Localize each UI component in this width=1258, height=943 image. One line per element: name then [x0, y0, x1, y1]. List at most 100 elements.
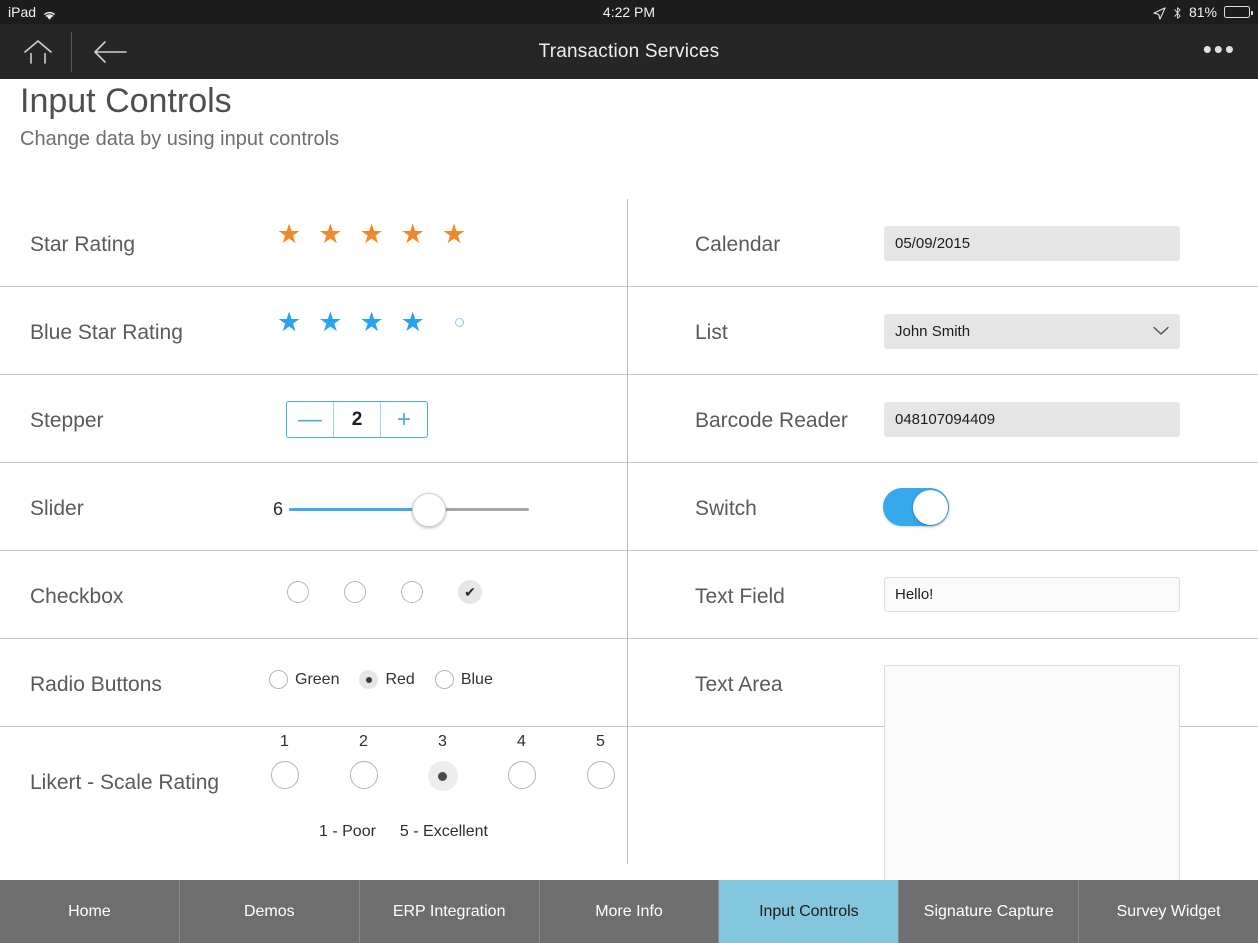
- slider-thumb[interactable]: [412, 492, 447, 527]
- checkbox-group[interactable]: ✔: [287, 580, 482, 604]
- switch-toggle[interactable]: [883, 488, 949, 526]
- page-title: Input Controls: [20, 82, 232, 120]
- stepper-value: 2: [334, 402, 381, 437]
- tab-input-controls[interactable]: Input Controls: [719, 880, 900, 943]
- slider-value-label: 6: [273, 499, 284, 519]
- likert-option-4[interactable]: 4: [482, 733, 561, 791]
- checkbox-label: Checkbox: [30, 585, 124, 608]
- bluetooth-icon: [1173, 6, 1182, 20]
- clock-label: 4:22 PM: [602, 4, 656, 20]
- page-subtitle: Change data by using input controls: [20, 128, 340, 150]
- row-stepper: Stepper — 2 + Barcode Reader 04810709440…: [0, 375, 1258, 463]
- star-filled-icon[interactable]: ★: [401, 309, 425, 336]
- likert-control[interactable]: 1 2 3 4 5 1 - Poor 5 - Excellent: [245, 733, 640, 841]
- star-filled-icon[interactable]: ★: [401, 221, 425, 248]
- likert-number-label: 3: [438, 733, 447, 750]
- likert-number-label: 5: [596, 733, 605, 750]
- tab-home[interactable]: Home: [0, 880, 180, 943]
- text-field[interactable]: Hello!: [884, 577, 1180, 612]
- switch-control[interactable]: [883, 488, 949, 526]
- tab-label: Survey Widget: [1116, 902, 1221, 920]
- likert-radio-icon[interactable]: [586, 761, 615, 789]
- likert-option-5[interactable]: 5: [561, 733, 640, 791]
- tab-label: Home: [68, 902, 111, 920]
- blue-star-rating-control[interactable]: ★ ★ ★ ★: [277, 309, 477, 336]
- slider-track[interactable]: [289, 492, 530, 527]
- checkbox-checked[interactable]: ✔: [458, 580, 482, 604]
- location-arrow-icon: [1153, 6, 1166, 20]
- status-right: 81%: [1153, 4, 1253, 20]
- stepper-increment-button[interactable]: +: [381, 402, 427, 437]
- likert-radio-icon[interactable]: [270, 761, 299, 789]
- list-label: List: [695, 321, 728, 344]
- row-radio-buttons: Radio Buttons Green Red Blue Text Area: [0, 639, 1258, 883]
- likert-option-1[interactable]: 1: [245, 733, 324, 791]
- app-screen: iPad 4:22 PM 81% Transaction Services ••…: [0, 0, 1258, 943]
- likert-radio-icon[interactable]: [427, 761, 458, 791]
- calendar-value[interactable]: 05/09/2015: [884, 226, 1180, 261]
- radio-option-green[interactable]: Green: [269, 670, 339, 689]
- slider-control[interactable]: 6: [273, 492, 530, 527]
- star-filled-icon[interactable]: ★: [277, 309, 301, 336]
- likert-option-3[interactable]: 3: [403, 733, 482, 791]
- star-filled-icon[interactable]: ★: [359, 309, 383, 336]
- radio-option-label: Green: [295, 670, 340, 688]
- star-filled-icon[interactable]: ★: [318, 309, 342, 336]
- calendar-field[interactable]: 05/09/2015: [884, 226, 1180, 261]
- checkbox-unchecked[interactable]: [287, 581, 309, 603]
- text-field-value[interactable]: Hello!: [884, 577, 1180, 612]
- radio-dot-icon[interactable]: [269, 670, 288, 689]
- checkbox-unchecked[interactable]: [401, 581, 423, 603]
- tab-survey-widget[interactable]: Survey Widget: [1079, 880, 1258, 943]
- star-filled-icon[interactable]: ★: [442, 221, 466, 248]
- likert-legend-high: 5 - Excellent: [399, 823, 488, 840]
- star-rating-label: Star Rating: [30, 233, 136, 256]
- star-filled-icon[interactable]: ★: [277, 221, 301, 248]
- controls-grid: Star Rating ★ ★ ★ ★ ★ Calendar 05/09/2015 Bl…: [0, 199, 1258, 883]
- likert-number-label: 4: [517, 733, 526, 750]
- battery-icon: [1224, 6, 1253, 18]
- tab-label: Signature Capture: [923, 902, 1054, 920]
- tab-label: Input Controls: [759, 902, 859, 920]
- stepper-control[interactable]: — 2 +: [286, 401, 428, 438]
- tab-signature-capture[interactable]: Signature Capture: [899, 880, 1080, 943]
- row-star-rating: Star Rating ★ ★ ★ ★ ★ Calendar 05/09/2015: [0, 199, 1258, 287]
- tab-label: More Info: [595, 902, 663, 920]
- list-dropdown[interactable]: John Smith: [884, 314, 1180, 349]
- likert-radio-icon[interactable]: [507, 761, 536, 789]
- star-rating-control[interactable]: ★ ★ ★ ★ ★: [277, 221, 466, 248]
- row-blue-star-rating: Blue Star Rating ★ ★ ★ ★ List John Smith: [0, 287, 1258, 375]
- likert-option-2[interactable]: 2: [324, 733, 403, 791]
- ios-status-bar: iPad 4:22 PM 81%: [0, 0, 1258, 24]
- calendar-label: Calendar: [695, 233, 781, 256]
- slider-fill: [289, 508, 430, 511]
- tab-more-info[interactable]: More Info: [540, 880, 720, 943]
- radio-dot-icon[interactable]: [434, 670, 454, 689]
- page-header: Input Controls Change data by using inpu…: [20, 79, 339, 153]
- star-filled-icon[interactable]: ★: [318, 221, 342, 248]
- switch-label: Switch: [695, 497, 757, 520]
- tab-demos[interactable]: Demos: [180, 880, 360, 943]
- bottom-tab-bar: Home Demos ERP Integration More Info Input C…: [0, 880, 1258, 943]
- likert-radio-icon[interactable]: [349, 761, 378, 789]
- list-select[interactable]: John Smith: [884, 314, 1180, 349]
- tab-label: ERP Integration: [392, 902, 506, 920]
- barcode-reader-value[interactable]: 048107094409: [884, 402, 1180, 437]
- tab-erp-integration[interactable]: ERP Integration: [360, 880, 540, 943]
- barcode-reader-label: Barcode Reader: [695, 409, 848, 432]
- stepper-decrement-button[interactable]: —: [287, 402, 334, 437]
- row-checkbox: Checkbox ✔ Text Field Hello!: [0, 551, 1258, 639]
- barcode-reader-field[interactable]: 048107094409: [884, 402, 1180, 437]
- chevron-down-icon: [1153, 323, 1169, 340]
- page-title-navbar: Transaction Services: [538, 41, 720, 62]
- likert-number-label: 2: [359, 733, 368, 750]
- checkbox-unchecked[interactable]: [344, 581, 366, 603]
- radio-group[interactable]: Green Red Blue: [269, 670, 493, 689]
- radio-dot-icon[interactable]: [359, 670, 379, 689]
- radio-option-blue[interactable]: Blue: [434, 670, 493, 689]
- star-filled-icon[interactable]: ★: [359, 221, 383, 248]
- switch-knob: [912, 489, 948, 525]
- radio-option-red[interactable]: Red: [359, 670, 415, 689]
- star-empty-icon[interactable]: [454, 318, 464, 327]
- more-options-button[interactable]: •••: [1203, 24, 1236, 79]
